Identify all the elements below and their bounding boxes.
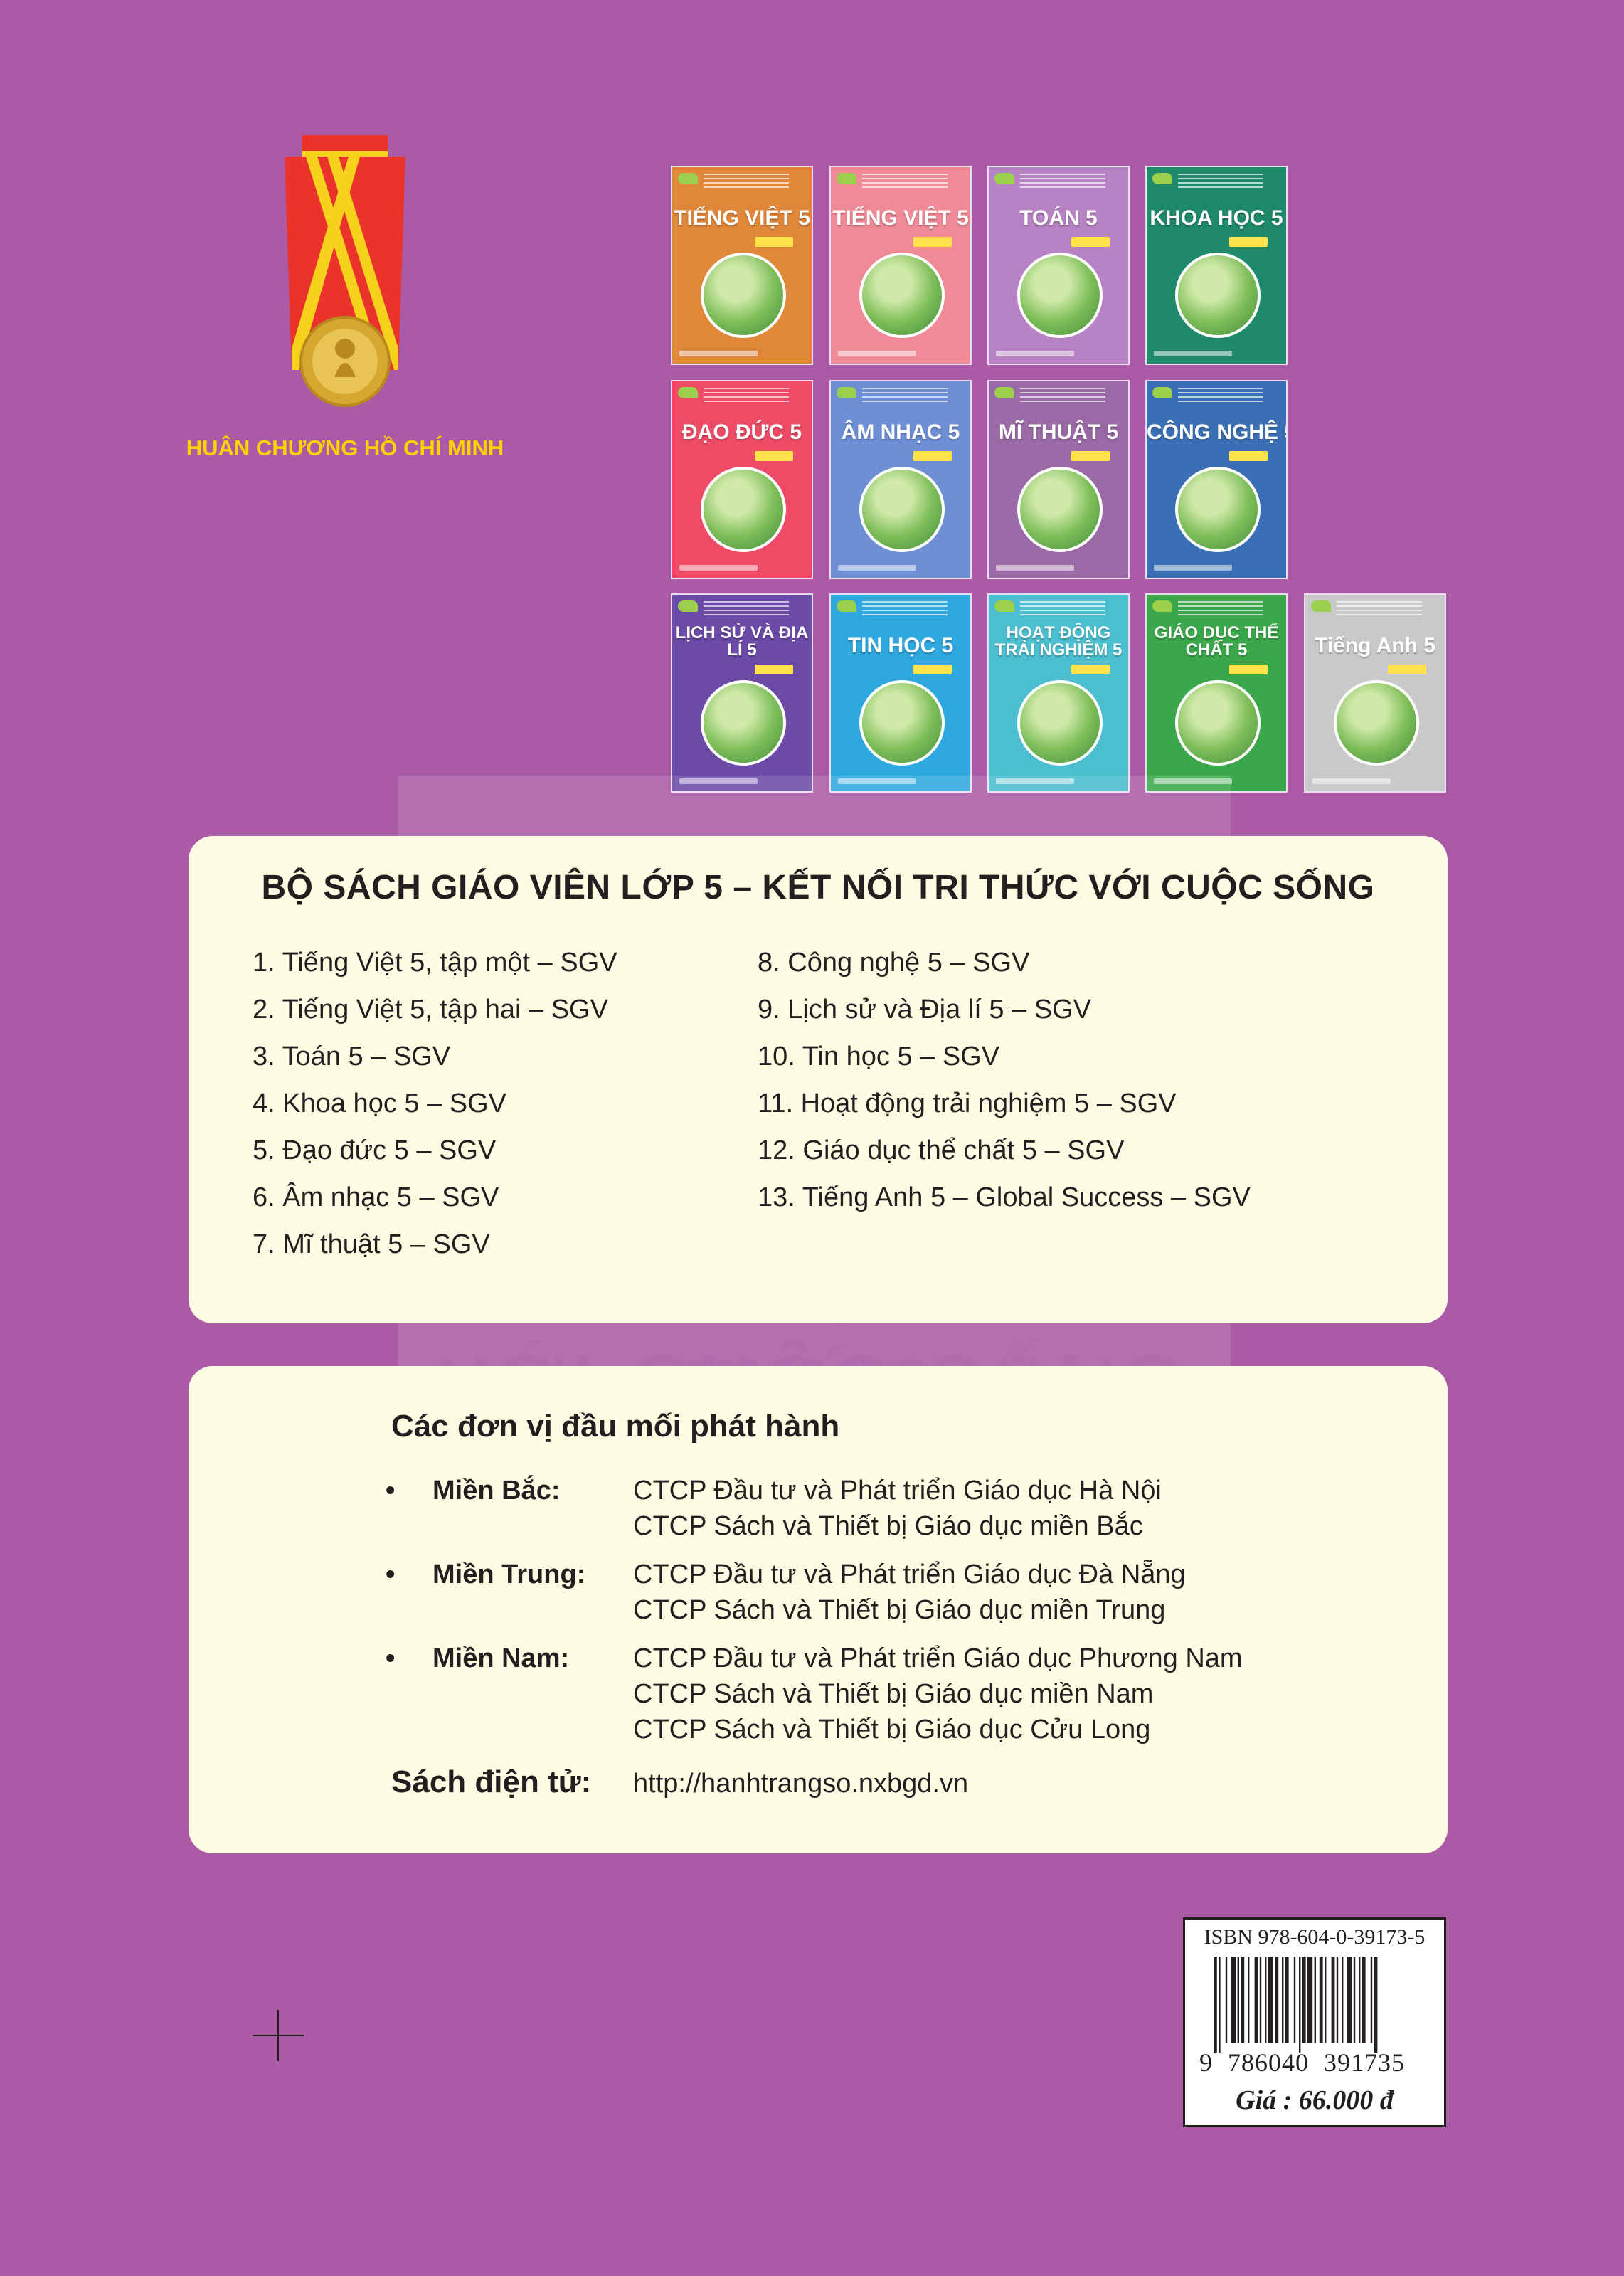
cover-illustration	[701, 253, 786, 338]
ebook-link[interactable]: http://hanhtrangso.nxbgd.vn	[633, 1769, 968, 1799]
book-cover: ĐẠO ĐỨC 5	[671, 380, 813, 579]
distributor-line: CTCP Đầu tư và Phát triển Giáo dục Đà Nẵ…	[633, 1560, 1186, 1589]
book-list-item: 11. Hoạt động trải nghiệm 5 – SGV	[758, 1089, 1177, 1118]
distributors-title: Các đơn vị đầu mối phát hành	[391, 1409, 840, 1444]
book-cover-title: KHOA HỌC 5	[1150, 206, 1283, 230]
book-cover: KHOA HỌC 5	[1145, 166, 1288, 365]
distributor-line: CTCP Đầu tư và Phát triển Giáo dục Phươn…	[633, 1644, 1243, 1673]
publisher-logo-icon	[994, 173, 1014, 184]
cover-illustration	[1017, 253, 1103, 338]
publisher-logo-icon	[1311, 600, 1331, 612]
book-series-panel: BỘ SÁCH GIÁO VIÊN LỚP 5 – KẾT NỐI TRI TH…	[189, 836, 1448, 1323]
book-cover: TIẾNG VIỆT 5	[671, 166, 813, 365]
book-list-item: 5. Đạo đức 5 – SGV	[253, 1136, 497, 1165]
bullet-icon: •	[386, 1476, 396, 1505]
book-cover-title: TOÁN 5	[1019, 206, 1098, 230]
book-cover: ÂM NHẠC 5	[829, 380, 972, 579]
bullet-icon: •	[386, 1560, 396, 1589]
publisher-logo-icon	[837, 173, 856, 184]
book-cover-title: CÔNG NGHỆ 5	[1147, 420, 1288, 444]
book-list-item: 7. Mĩ thuật 5 – SGV	[253, 1229, 490, 1259]
cover-illustration	[859, 253, 945, 338]
price-label: Giá : 66.000 đ	[1236, 2085, 1394, 2115]
cover-illustration	[1334, 680, 1419, 766]
isbn-barcode-box: ISBN 978-604-0-39173-5 9 786040 391735 G…	[1183, 1917, 1446, 2127]
book-list-column-2: 8. Công nghệ 5 – SGV 9. Lịch sử và Địa l…	[758, 939, 1251, 1221]
book-list-item: 1. Tiếng Việt 5, tập một – SGV	[253, 948, 617, 978]
book-list-item: 6. Âm nhạc 5 – SGV	[253, 1182, 499, 1212]
book-list-item: 10. Tin học 5 – SGV	[758, 1042, 1000, 1071]
book-cover: TOÁN 5	[987, 166, 1130, 365]
book-cover-title: MĨ THUẬT 5	[998, 420, 1119, 444]
book-cover-title: LỊCH SỬ VÀ ĐỊA LÍ 5	[675, 623, 809, 660]
book-cover: TIN HỌC 5	[829, 593, 972, 793]
book-list-item: 8. Công nghệ 5 – SGV	[758, 948, 1030, 978]
book-list-item: 13. Tiếng Anh 5 – Global Success – SGV	[758, 1182, 1251, 1212]
cover-illustration	[1017, 680, 1103, 766]
region-name: Miền Trung:	[432, 1560, 586, 1589]
publisher-logo-icon	[994, 600, 1014, 612]
publisher-logo-icon	[678, 387, 698, 398]
book-cover: LỊCH SỬ VÀ ĐỊA LÍ 5	[671, 593, 813, 793]
region-name: Miền Bắc:	[432, 1476, 561, 1505]
publisher-logo-icon	[678, 600, 698, 612]
distributor-line: CTCP Sách và Thiết bị Giáo dục miền Trun…	[633, 1595, 1166, 1625]
book-list-item: 4. Khoa học 5 – SGV	[253, 1089, 507, 1118]
book-cover-title: HOẠT ĐỘNG TRẢI NGHIỆM 5	[994, 623, 1123, 660]
cover-illustration	[701, 467, 786, 552]
publisher-logo-icon	[994, 387, 1014, 398]
isbn-digit-lead: 9	[1199, 2048, 1213, 2077]
ebook-row: Sách điện tử: http://hanhtrangso.nxbgd.v…	[391, 1764, 968, 1800]
distributor-line: CTCP Sách và Thiết bị Giáo dục miền Nam	[633, 1679, 1154, 1709]
medal-caption: HUÂN CHƯƠNG HỒ CHÍ MINH	[186, 435, 504, 460]
book-list-item: 9. Lịch sử và Địa lí 5 – SGV	[758, 995, 1091, 1025]
book-cover-title: ÂM NHẠC 5	[841, 420, 960, 444]
book-cover-title: GIÁO DỤC THỂ CHẤT 5	[1154, 623, 1279, 660]
book-cover-title: Tiếng Anh 5	[1314, 634, 1435, 657]
cover-illustration	[701, 680, 786, 766]
cover-illustration	[1017, 467, 1103, 552]
region-name: Miền Nam:	[432, 1644, 570, 1673]
publisher-logo-icon	[837, 600, 856, 612]
publisher-logo-icon	[1152, 173, 1172, 184]
crop-mark-icon	[253, 2010, 304, 2061]
publisher-logo-icon	[1152, 600, 1172, 612]
book-cover-title: TIN HỌC 5	[847, 634, 954, 657]
cover-illustration	[859, 467, 945, 552]
cover-illustration	[1175, 467, 1261, 552]
isbn-label: ISBN 978-604-0-39173-5	[1204, 1925, 1426, 1949]
publisher-logo-icon	[837, 387, 856, 398]
book-list-item: 3. Toán 5 – SGV	[253, 1042, 451, 1071]
bullet-icon: •	[386, 1644, 396, 1673]
distributor-line: CTCP Sách và Thiết bị Giáo dục Cửu Long	[633, 1715, 1151, 1745]
barcode-image	[1214, 1957, 1378, 2053]
book-cover: GIÁO DỤC THỂ CHẤT 5	[1145, 593, 1288, 793]
distributor-line: CTCP Sách và Thiết bị Giáo dục miền Bắc	[633, 1511, 1143, 1541]
cover-illustration	[859, 680, 945, 766]
ebook-label: Sách điện tử:	[391, 1764, 592, 1799]
distributor-line: CTCP Đầu tư và Phát triển Giáo dục Hà Nộ…	[633, 1476, 1162, 1505]
cover-illustration	[1175, 680, 1261, 766]
medal-image	[285, 135, 405, 407]
book-cover: CÔNG NGHỆ 5	[1145, 380, 1288, 579]
book-cover: TIẾNG VIỆT 5	[829, 166, 972, 365]
book-cover: Tiếng Anh 5	[1304, 593, 1446, 793]
book-series-title: BỘ SÁCH GIÁO VIÊN LỚP 5 – KẾT NỐI TRI TH…	[261, 869, 1375, 906]
cover-illustration	[1175, 253, 1261, 338]
book-cover-title: TIẾNG VIỆT 5	[674, 206, 810, 230]
publisher-logo-icon	[1152, 387, 1172, 398]
book-list-item: 2. Tiếng Việt 5, tập hai – SGV	[253, 995, 608, 1025]
book-list-item: 12. Giáo dục thể chất 5 – SGV	[758, 1136, 1125, 1165]
book-cover: HOẠT ĐỘNG TRẢI NGHIỆM 5	[987, 593, 1130, 793]
publisher-logo-icon	[678, 173, 698, 184]
book-cover-title: ĐẠO ĐỨC 5	[681, 420, 802, 444]
book-cover-title: TIẾNG VIỆT 5	[832, 206, 969, 230]
book-cover: MĨ THUẬT 5	[987, 380, 1130, 579]
book-list-column-1: 1. Tiếng Việt 5, tập một – SGV 2. Tiếng …	[253, 939, 617, 1268]
distributors-panel: Các đơn vị đầu mối phát hành • Miền Bắc:…	[189, 1366, 1448, 1853]
isbn-digits-right: 391735	[1324, 2048, 1405, 2077]
isbn-digits-left: 786040	[1228, 2048, 1309, 2077]
